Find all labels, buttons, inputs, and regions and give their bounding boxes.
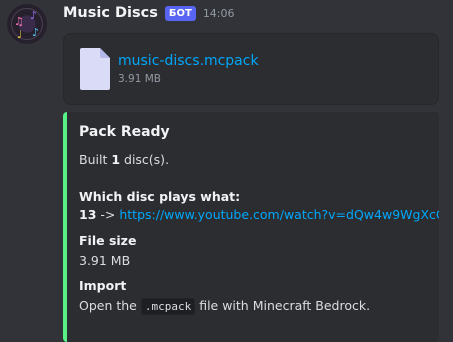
bot-badge: БОТ — [164, 5, 196, 21]
file-download-link[interactable]: music-discs.mcpack — [118, 53, 259, 69]
music-note-icon: ♪ — [30, 9, 38, 22]
field-import-name: Import — [79, 278, 127, 293]
music-note-icon: ♪ — [32, 26, 40, 39]
embed-description: Built 1 disc(s). — [79, 152, 169, 167]
import-prefix: Open the — [79, 298, 141, 313]
bot-message: ♪ ♫ ♪ ♩ Music Discs БОТ 14:06 music-disc… — [0, 0, 453, 342]
description-prefix: Built — [79, 152, 112, 167]
field-file-size-name: File size — [79, 233, 137, 248]
disc-arrow: -> — [96, 207, 120, 222]
embed-title: Pack Ready — [79, 124, 170, 140]
field-disc-map-name: Which disc plays what: — [79, 189, 241, 204]
file-size-label: 3.91 MB — [118, 73, 161, 85]
disc-count: 1 — [111, 152, 121, 167]
embed-card: Pack Ready Built 1 disc(s). Which disc p… — [63, 112, 439, 342]
music-note-icon: ♩ — [17, 28, 23, 41]
file-icon — [80, 48, 110, 90]
field-file-size-value: 3.91 MB — [79, 253, 131, 268]
message-header: Music Discs БОТ 14:06 — [63, 3, 235, 23]
username[interactable]: Music Discs — [63, 5, 158, 21]
description-suffix: disc(s). — [120, 152, 170, 167]
mcpack-code: .mcpack — [140, 298, 196, 315]
import-suffix: file with Minecraft Bedrock. — [195, 298, 371, 313]
message-timestamp[interactable]: 14:06 — [203, 7, 235, 20]
field-disc-map-value: 13 -> https://www.youtube.com/watch?v=dQ… — [79, 207, 439, 222]
file-attachment: music-discs.mcpack 3.91 MB — [63, 33, 439, 105]
bot-avatar[interactable]: ♪ ♫ ♪ ♩ — [7, 4, 47, 44]
youtube-link[interactable]: https://www.youtube.com/watch?v=dQw4w9Wg… — [119, 207, 439, 222]
music-note-icon: ♫ — [14, 15, 24, 28]
disc-number: 13 — [79, 207, 97, 222]
field-import-value: Open the .mcpack file with Minecraft Bed… — [79, 298, 371, 315]
